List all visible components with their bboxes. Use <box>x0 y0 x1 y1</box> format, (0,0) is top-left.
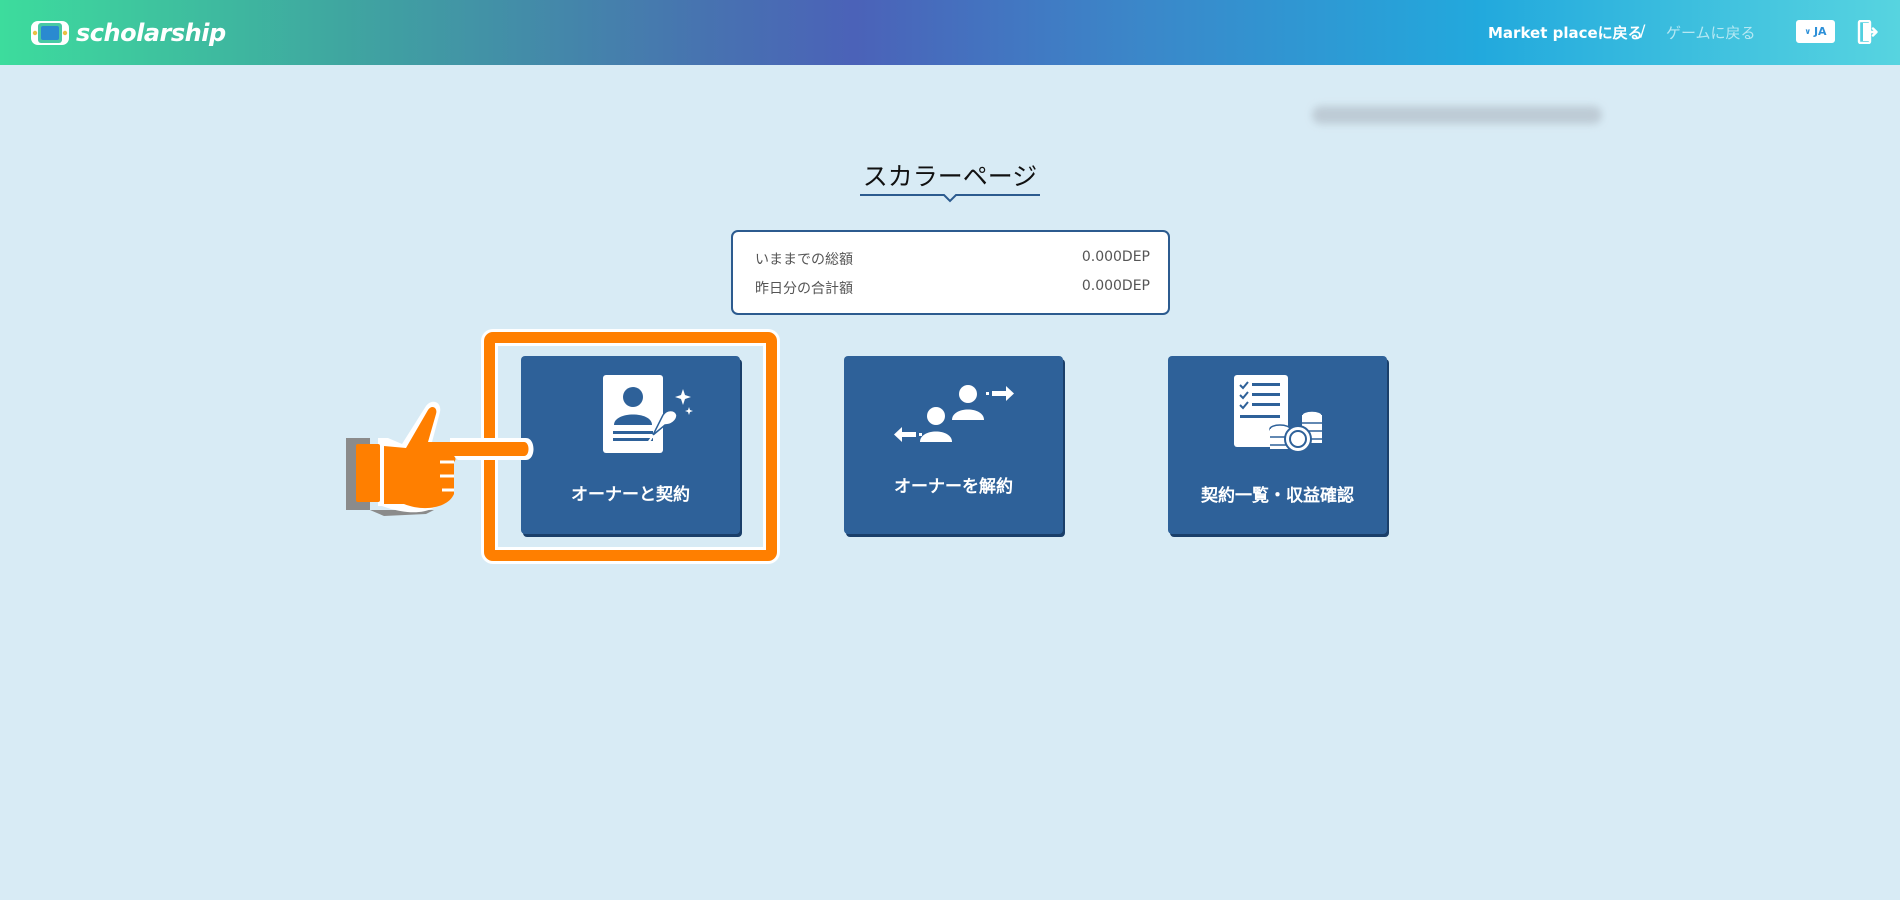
contract-list-and-earnings-button[interactable]: 契約一覧・収益確認 <box>1168 356 1387 534</box>
total-earnings-row: いままでの総額 0.000DEP <box>755 249 1150 269</box>
list-coins-icon <box>1234 375 1323 453</box>
page-title: スカラーページ <box>862 162 1038 191</box>
back-to-game-link[interactable]: ゲームに戻る <box>1666 22 1756 43</box>
logout-icon[interactable] <box>1856 20 1878 44</box>
total-earnings-value: 0.000DEP <box>1081 249 1150 265</box>
yesterday-earnings-value: 0.000DEP <box>1081 278 1150 294</box>
language-label: JA <box>1813 25 1827 38</box>
blurred-user-info <box>1312 106 1602 124</box>
total-earnings-label: いままでの総額 <box>755 252 853 268</box>
user-exchange-icon <box>894 385 1014 442</box>
cancel-owner-button[interactable]: オーナーを解約 <box>844 356 1063 534</box>
tile-label: 契約一覧・収益確認 <box>1201 486 1354 506</box>
top-header: scholarship Market placeに戻る / ゲームに戻る ∨ J… <box>0 0 1900 65</box>
language-selector[interactable]: ∨ JA <box>1796 20 1835 43</box>
back-to-marketplace-link[interactable]: Market placeに戻る <box>1488 22 1643 43</box>
tile-label: オーナーと契約 <box>571 485 690 505</box>
contract-with-owner-button[interactable]: オーナーと契約 <box>521 356 740 534</box>
logo-text: scholarship <box>76 19 226 47</box>
logo-icon <box>31 21 69 45</box>
yesterday-earnings-row: 昨日分の合計額 0.000DEP <box>755 278 1150 298</box>
tile-label: オーナーを解約 <box>894 477 1013 497</box>
pointing-hand-icon <box>346 401 534 516</box>
contract-signing-icon <box>603 375 693 453</box>
nav-separator: / <box>1640 21 1646 40</box>
scholar-page: scholarship Market placeに戻る / ゲームに戻る ∨ J… <box>0 0 1900 900</box>
title-underline <box>860 194 1040 203</box>
scholarship-logo[interactable]: scholarship <box>28 13 226 53</box>
earnings-summary-box: いままでの総額 0.000DEP 昨日分の合計額 0.000DEP <box>731 230 1170 315</box>
yesterday-earnings-label: 昨日分の合計額 <box>755 281 853 297</box>
chevron-down-icon: ∨ <box>1804 27 1811 36</box>
